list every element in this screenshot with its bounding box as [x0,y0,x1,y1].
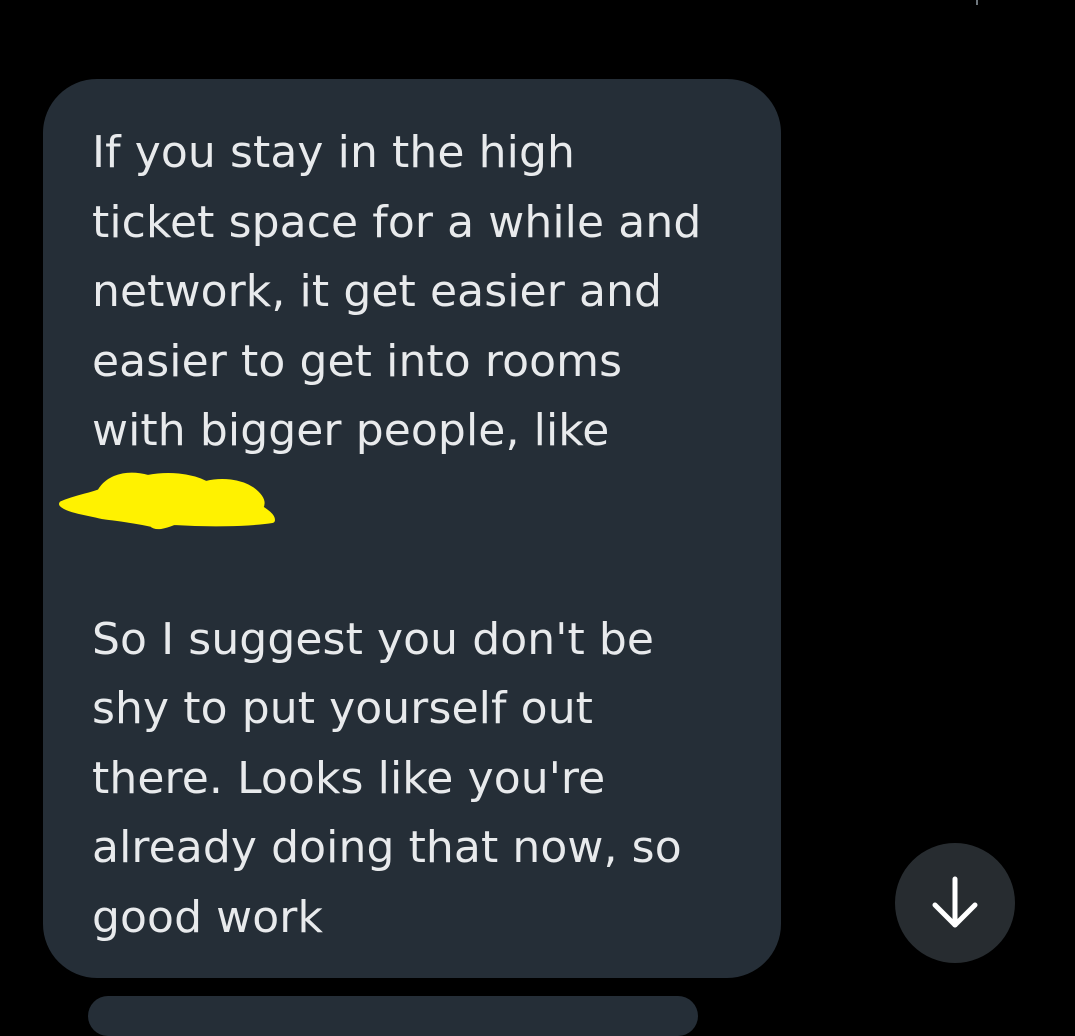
scroll-down-button[interactable] [895,843,1015,963]
top-edge-marker [976,0,978,5]
next-message-bubble-edge[interactable] [88,996,698,1036]
message-text: If you stay in the high ticket space for… [92,127,702,943]
arrow-down-icon [932,876,978,928]
redaction-scribble [59,472,275,530]
